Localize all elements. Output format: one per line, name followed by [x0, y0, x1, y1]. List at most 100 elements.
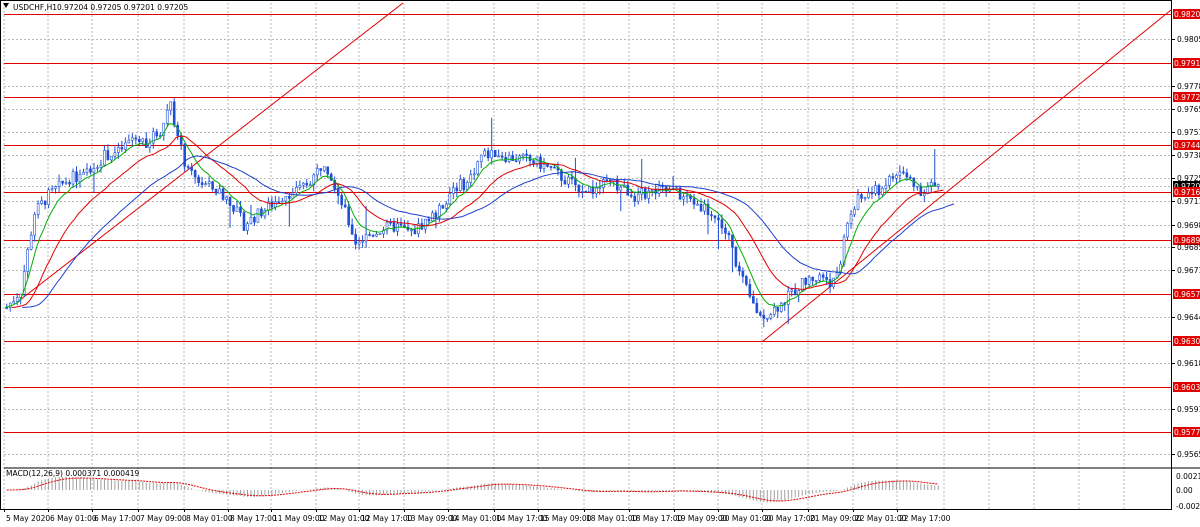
candle-body	[699, 203, 703, 212]
price-tick-label: 0.95650	[1177, 450, 1200, 459]
candle-body	[448, 193, 452, 205]
candle-body	[364, 234, 368, 242]
candle-body	[117, 147, 120, 153]
price-tick-label: 0.96850	[1177, 243, 1200, 252]
candle-body	[141, 138, 145, 143]
candle-body	[131, 137, 134, 141]
candle-body	[85, 168, 89, 173]
chart-background	[0, 0, 1200, 527]
candle-body	[228, 196, 232, 206]
candle-body	[584, 191, 588, 193]
candle-body	[696, 203, 699, 206]
candle-body	[919, 185, 923, 197]
candle-body	[438, 205, 441, 218]
candle-body	[260, 208, 263, 217]
candle-body	[849, 213, 853, 224]
candle-body	[916, 185, 919, 188]
price-tick-label: 0.97918	[1174, 59, 1200, 68]
price-tick-label: 0.96980	[1177, 221, 1200, 230]
candle-body	[821, 274, 825, 278]
candle-body	[64, 181, 68, 184]
candle-body	[912, 177, 916, 187]
candle-body	[800, 278, 804, 291]
candle-body	[197, 176, 200, 183]
candle-body	[577, 184, 581, 193]
candle-body	[249, 216, 253, 224]
candle-body	[486, 150, 490, 159]
candle-body	[298, 184, 302, 188]
candle-body	[431, 212, 434, 222]
candle-body	[315, 168, 319, 176]
time-tick-label: 20 May 17:00	[764, 514, 816, 523]
price-tick-label: 0.97169	[1174, 188, 1200, 197]
candle-body	[33, 214, 36, 236]
candle-body	[274, 201, 277, 208]
candle-body	[308, 184, 312, 187]
candle-body	[12, 301, 16, 304]
candle-body	[92, 168, 96, 173]
price-tick-label: 0.96180	[1177, 359, 1200, 368]
candle-body	[685, 195, 689, 198]
candle-body	[741, 270, 745, 277]
candle-body	[50, 188, 54, 191]
candle-body	[860, 194, 863, 199]
candle-body	[727, 232, 731, 236]
price-tick-label: 0.97385	[1177, 151, 1200, 160]
candle-body	[138, 138, 141, 143]
candle-body	[144, 138, 148, 148]
candle-body	[825, 277, 828, 280]
candle-body	[193, 170, 197, 178]
candle-body	[82, 172, 85, 175]
candle-body	[452, 187, 455, 194]
candle-body	[389, 221, 392, 224]
candle-body	[445, 203, 448, 209]
candle-body	[776, 307, 780, 312]
candle-body	[200, 182, 204, 185]
candle-body	[354, 234, 357, 245]
candle-body	[204, 183, 207, 185]
candle-body	[786, 290, 790, 305]
candle-body	[211, 181, 214, 190]
candle-body	[357, 241, 361, 245]
candle-body	[636, 193, 640, 202]
candle-body	[570, 176, 574, 180]
candle-body	[877, 185, 881, 195]
price-tick-label: 0.97785	[1177, 82, 1200, 91]
price-tick-label: 0.97720	[1174, 93, 1200, 102]
candle-body	[626, 184, 630, 196]
macd-label: MACD(12,26,9) 0.000371 0.000419	[6, 469, 140, 478]
price-tick-label: 0.96445	[1177, 313, 1200, 322]
candle-body	[288, 195, 291, 199]
candle-body	[322, 166, 326, 171]
candle-body	[410, 229, 413, 232]
candle-body	[47, 189, 50, 205]
candle-body	[89, 168, 92, 173]
candle-body	[124, 142, 127, 150]
price-tick-label: 0.96039	[1174, 383, 1200, 392]
candle-body	[336, 188, 340, 196]
time-tick-label: 6 May 17:00	[94, 514, 141, 523]
candle-body	[867, 192, 870, 199]
candle-body	[588, 186, 591, 193]
candle-body	[874, 185, 877, 194]
candle-body	[221, 188, 225, 200]
candle-body	[242, 212, 246, 231]
candle-body	[542, 163, 546, 169]
candle-body	[567, 176, 570, 185]
candle-body	[748, 284, 752, 297]
candle-body	[898, 171, 902, 176]
price-tick-label: 0.96305	[1174, 337, 1200, 346]
candle-body	[483, 150, 487, 156]
candle-body	[793, 289, 797, 296]
candle-body	[779, 302, 783, 312]
time-tick-label: 8 May 17:00	[230, 514, 277, 523]
candle-body	[591, 186, 595, 194]
candle-body	[371, 235, 375, 237]
candle-body	[724, 227, 727, 234]
candle-body	[214, 188, 218, 194]
candle-body	[399, 223, 403, 226]
candle-body	[15, 297, 19, 302]
candle-body	[539, 156, 542, 169]
price-tick-label: 0.95910	[1177, 405, 1200, 414]
candle-body	[772, 307, 776, 315]
